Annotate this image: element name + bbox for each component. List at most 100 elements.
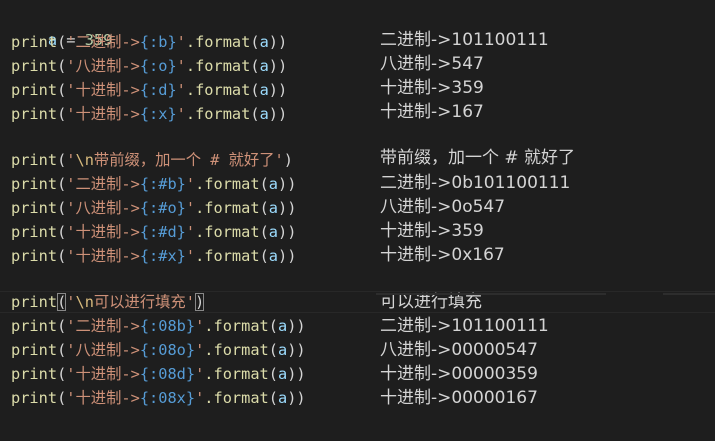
format-spec: {:d} [139, 81, 177, 99]
code-line[interactable]: print('\n可以进行填充') [11, 291, 205, 313]
function-name: print [11, 293, 58, 311]
format-spec: {:#d} [139, 223, 186, 241]
method-name: .format [185, 81, 251, 99]
open-paren: ( [268, 341, 278, 359]
escape-sequence: \n [75, 151, 94, 169]
open-paren: ( [250, 33, 260, 51]
argument: a [277, 341, 288, 359]
argument: a [268, 175, 278, 193]
code-editor[interactable]: a = 359 print('二进制->{:b}'.format(a)) prin… [0, 0, 715, 441]
close-paren: ) [194, 293, 205, 311]
method-name: .format [204, 389, 269, 407]
function-name: print [11, 365, 58, 383]
quote-mark: ' [176, 105, 186, 123]
string-text: 十进制-> [75, 81, 140, 99]
function-name: print [11, 57, 58, 75]
escape-sequence: \n [75, 293, 94, 311]
format-spec: {:08d} [139, 365, 196, 383]
string-text: 十进制-> [75, 247, 140, 265]
open-paren: ( [57, 81, 67, 99]
method-name: .format [195, 247, 260, 265]
open-paren: ( [57, 151, 67, 169]
close-paren: )) [278, 247, 297, 265]
code-line[interactable]: print('十进制->{:08x}'.format(a)) [11, 387, 306, 409]
output-line: 十进制->00000167 [380, 388, 538, 408]
argument: a [259, 81, 269, 99]
code-line[interactable]: print('十进制->{:d}'.format(a)) [11, 79, 287, 101]
close-paren: )) [268, 81, 288, 99]
close-paren: )) [278, 223, 297, 241]
quote-mark: ' [66, 33, 76, 51]
open-paren: ( [57, 175, 67, 193]
output-line: 带前缀，加一个 # 就好了 [380, 148, 576, 168]
string-text: 八进制-> [75, 57, 140, 75]
quote-mark: ' [66, 317, 76, 335]
code-line[interactable]: print('二进制->{:#b}'.format(a)) [11, 173, 296, 195]
quote-mark: ' [66, 365, 76, 383]
code-line[interactable]: print('八进制->{:08o}'.format(a)) [11, 339, 306, 361]
open-paren: ( [57, 389, 67, 407]
method-name: .format [195, 223, 260, 241]
argument: a [259, 33, 269, 51]
output-line: 二进制->0b101100111 [380, 173, 571, 193]
output-line: 十进制->359 [380, 221, 484, 241]
code-line[interactable]: print('二进制->{:08b}'.format(a)) [11, 315, 306, 337]
code-line[interactable]: print('十进制->{:x}'.format(a)) [11, 103, 287, 125]
method-name: .format [204, 365, 269, 383]
quote-mark: ' [274, 151, 284, 169]
function-name: print [11, 389, 58, 407]
function-name: print [11, 151, 58, 169]
code-line[interactable]: print('十进制->{:#d}'.format(a)) [11, 221, 296, 243]
open-paren: ( [57, 317, 67, 335]
open-paren: ( [259, 223, 269, 241]
string-text: 八进制-> [75, 341, 140, 359]
open-paren: ( [57, 199, 67, 217]
open-paren: ( [268, 389, 278, 407]
argument: a [268, 199, 278, 217]
quote-mark: ' [195, 317, 205, 335]
method-name: .format [185, 33, 251, 51]
string-text: 二进制-> [75, 33, 140, 51]
code-line[interactable]: print('二进制->{:b}'.format(a)) [11, 31, 287, 53]
function-name: print [11, 199, 58, 217]
close-paren: )) [268, 33, 288, 51]
quote-mark: ' [66, 175, 76, 193]
close-paren: )) [287, 365, 306, 383]
method-name: .format [204, 341, 269, 359]
string-text: \n带前缀，加一个 # 就好了 [76, 151, 275, 169]
quote-mark: ' [195, 341, 205, 359]
code-line[interactable]: print('十进制->{:08d}'.format(a)) [11, 363, 306, 385]
code-line[interactable]: print('\n带前缀，加一个 # 就好了') [11, 149, 293, 171]
quote-mark: ' [195, 389, 205, 407]
code-line[interactable]: print('十进制->{:#x}'.format(a)) [11, 245, 296, 267]
open-paren: ( [57, 365, 67, 383]
quote-mark: ' [66, 151, 76, 169]
close-paren: ) [283, 151, 293, 169]
quote-mark: ' [185, 247, 196, 265]
open-paren: ( [268, 317, 278, 335]
function-name: print [11, 247, 58, 265]
argument: a [277, 365, 288, 383]
output-line: 八进制->00000547 [380, 340, 538, 360]
quote-mark: ' [66, 341, 76, 359]
method-name: .format [195, 199, 260, 217]
code-line[interactable]: print('八进制->{:#o}'.format(a)) [11, 197, 296, 219]
quote-mark: ' [66, 293, 76, 311]
format-spec: {:b} [139, 33, 177, 51]
output-line: 二进制->101100111 [380, 316, 549, 336]
output-separator-right [663, 293, 715, 295]
function-name: print [11, 341, 58, 359]
format-spec: {:#x} [139, 247, 186, 265]
code-line-assignment[interactable]: a = 359 [11, 7, 113, 49]
open-paren: ( [259, 247, 269, 265]
format-spec: {:08b} [139, 317, 196, 335]
code-line[interactable]: print('八进制->{:o}'.format(a)) [11, 55, 287, 77]
string-text: 八进制-> [75, 199, 140, 217]
function-name: print [11, 81, 58, 99]
method-name: .format [195, 175, 260, 193]
quote-mark: ' [176, 81, 186, 99]
close-paren: )) [287, 389, 306, 407]
argument: a [277, 389, 288, 407]
open-paren: ( [259, 175, 269, 193]
function-name: print [11, 175, 58, 193]
